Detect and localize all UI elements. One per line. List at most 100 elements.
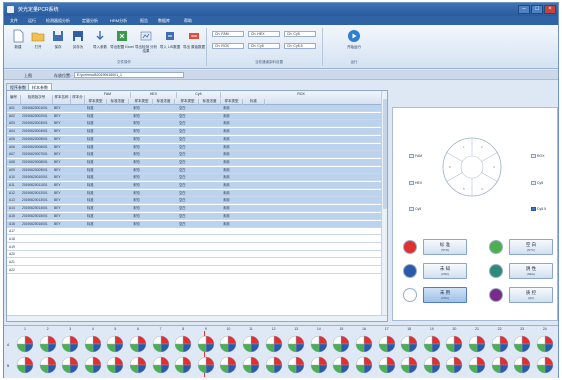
table-cell[interactable]: 标准 <box>87 191 107 196</box>
tray-well[interactable] <box>39 356 57 374</box>
well-channel-circle[interactable]: 1 2 3 4 5 6 <box>441 136 503 198</box>
tray-well[interactable] <box>287 356 305 374</box>
table-cell[interactable]: 标准 <box>87 214 107 219</box>
save-as-button[interactable]: 另存为 <box>68 28 88 56</box>
table-cell[interactable]: BEY <box>54 183 71 188</box>
tray-well[interactable] <box>84 335 102 353</box>
table-cell[interactable]: BEY <box>54 160 71 165</box>
table-cell[interactable]: 未用 <box>223 152 247 157</box>
table-cell[interactable]: 20190620013001 <box>22 198 53 203</box>
menu-run[interactable]: 运行 <box>28 18 36 24</box>
table-cell[interactable]: 标准 <box>87 114 107 119</box>
table-cell[interactable]: 20190620010001 <box>22 175 53 180</box>
table-cell[interactable]: A14 <box>9 206 21 211</box>
tray-well[interactable] <box>355 335 373 353</box>
col-header-batch[interactable]: 检测批次号 <box>21 95 53 104</box>
tray-well[interactable] <box>378 335 396 353</box>
tray-well[interactable] <box>400 335 418 353</box>
neg-button[interactable]: 阴 性 (NEG) <box>509 263 553 279</box>
tray-well[interactable] <box>129 335 147 353</box>
export-excel-button[interactable]: 导出配置 Excel <box>110 28 134 56</box>
table-cell[interactable]: BEY <box>54 191 71 196</box>
menu-file[interactable]: 文件 <box>10 18 18 24</box>
table-row[interactable]: A18 <box>7 236 382 243</box>
table-cell[interactable]: 空白 <box>179 121 199 126</box>
col-header-fam[interactable]: FAM <box>85 92 131 98</box>
tray-well[interactable] <box>513 356 531 374</box>
table-cell[interactable]: 未用 <box>223 114 247 119</box>
col-header-rox[interactable]: ROX <box>221 92 382 98</box>
tray-well[interactable] <box>61 335 79 353</box>
table-cell[interactable]: A05 <box>9 137 21 142</box>
table-cell[interactable]: BEY <box>54 222 71 227</box>
import-lis-button[interactable]: 导入 LIS数据 <box>160 28 180 56</box>
table-cell[interactable]: A21 <box>9 260 21 265</box>
table-row[interactable]: A14 20190620014001 BEY 标准 未知 空白 未用 <box>7 205 382 213</box>
new-button[interactable]: 新建 <box>8 28 28 56</box>
table-cell[interactable]: BEY <box>54 175 71 180</box>
tray-well[interactable] <box>16 335 34 353</box>
menu-report[interactable]: 报告 <box>140 18 148 24</box>
qc-button[interactable]: 质 控 (QC) <box>509 287 553 303</box>
checkbox[interactable] <box>409 154 414 158</box>
tray-well[interactable] <box>242 335 260 353</box>
table-cell[interactable]: 未用 <box>223 168 247 173</box>
channel-field-5[interactable]: Ch: Cy5 <box>248 43 280 49</box>
vertical-scrollbar[interactable] <box>381 91 387 321</box>
table-cell[interactable]: 未知 <box>133 175 153 180</box>
table-cell[interactable]: A09 <box>9 168 21 173</box>
table-cell[interactable]: 标准 <box>87 152 107 157</box>
table-row[interactable]: A17 <box>7 228 382 236</box>
table-cell[interactable]: 未知 <box>133 191 153 196</box>
tray-well[interactable] <box>491 356 509 374</box>
tray-well[interactable] <box>219 356 237 374</box>
table-cell[interactable]: 未用 <box>223 121 247 126</box>
col-header-hex[interactable]: HEX <box>131 92 177 98</box>
table-cell[interactable]: 空白 <box>179 183 199 188</box>
channel-check-fam[interactable]: FAM <box>409 154 422 158</box>
table-row[interactable]: A21 <box>7 259 382 266</box>
table-row[interactable]: A10 20190620010001 BEY 标准 未知 空白 未用 <box>7 174 382 182</box>
import-params-button[interactable]: 导入参数 <box>90 28 110 56</box>
tray-well[interactable] <box>423 356 441 374</box>
table-cell[interactable]: BEY <box>54 168 71 173</box>
table-cell[interactable]: 20190620007001 <box>22 152 53 157</box>
table-row[interactable]: A02 20190620002001 BEY 标准 未知 空白 未用 <box>7 112 382 120</box>
table-cell[interactable]: 20190620012001 <box>22 191 53 196</box>
checkbox[interactable] <box>409 207 414 211</box>
table-row[interactable]: A06 20190620006001 BEY 标准 未知 空白 未用 <box>7 143 382 151</box>
menu-quant-analysis[interactable]: 定量分析 <box>82 18 98 24</box>
table-row[interactable]: A12 20190620012001 BEY 标准 未知 空白 未用 <box>7 189 382 197</box>
table-cell[interactable]: A13 <box>9 198 21 203</box>
tray-well[interactable] <box>332 335 350 353</box>
tray-well[interactable] <box>106 335 124 353</box>
table-cell[interactable]: 空白 <box>179 222 199 227</box>
table-cell[interactable]: 20190620002001 <box>22 114 53 119</box>
tray-well[interactable] <box>445 335 463 353</box>
table-cell[interactable]: 未知 <box>133 114 153 119</box>
channel-check-cy5-a[interactable]: Cy5 <box>531 181 543 185</box>
channel-check-hex[interactable]: HEX <box>409 181 422 185</box>
table-cell[interactable]: 空白 <box>179 191 199 196</box>
save-button[interactable]: 保存 <box>48 28 68 56</box>
table-cell[interactable]: BEY <box>54 121 71 126</box>
export-results-button[interactable]: 导出检测 分析结果 <box>135 28 157 56</box>
tray-well[interactable] <box>491 335 509 353</box>
table-cell[interactable]: 空白 <box>179 152 199 157</box>
table-cell[interactable]: 20190620009001 <box>22 168 53 173</box>
table-cell[interactable]: 未知 <box>133 206 153 211</box>
table-cell[interactable]: BEY <box>54 129 71 134</box>
table-cell[interactable]: 20190620001001 <box>22 106 53 111</box>
table-cell[interactable]: 未知 <box>133 222 153 227</box>
table-cell[interactable]: 空白 <box>179 198 199 203</box>
table-cell[interactable]: BEY <box>54 152 71 157</box>
tray-well[interactable] <box>378 356 396 374</box>
unused-button[interactable]: 未 用 (UNU) <box>423 287 467 303</box>
checkbox[interactable] <box>531 207 536 211</box>
menu-database[interactable]: 数据库 <box>158 18 170 24</box>
tray-well[interactable] <box>287 335 305 353</box>
table-cell[interactable]: 未用 <box>223 137 247 142</box>
table-cell[interactable]: 20190620015001 <box>22 214 53 219</box>
checkbox[interactable] <box>409 181 414 185</box>
table-cell[interactable]: BEY <box>54 206 71 211</box>
